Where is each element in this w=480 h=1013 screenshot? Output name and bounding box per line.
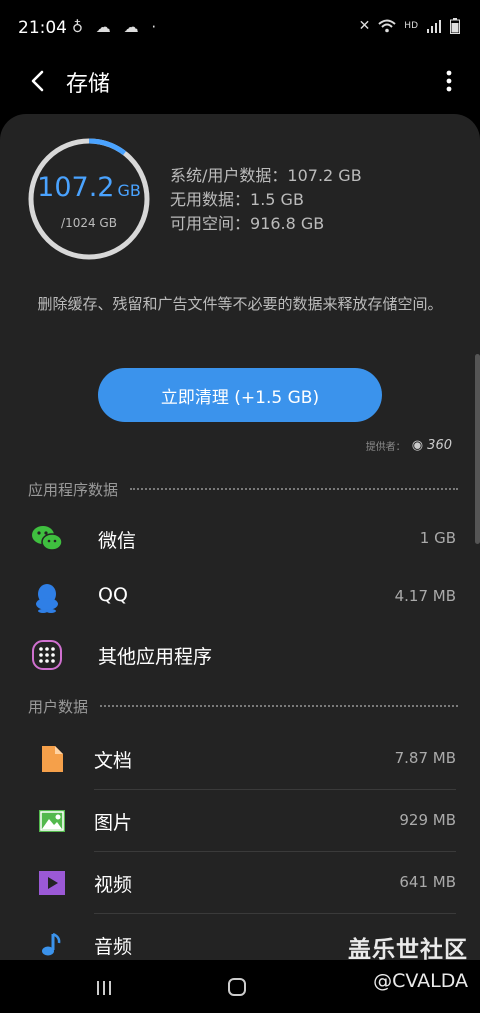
- signal-icon: [427, 20, 441, 33]
- category-name: 视频: [94, 874, 133, 896]
- document-icon: [42, 746, 63, 772]
- category-size: 641 MB: [399, 873, 456, 891]
- wifi-icon: [378, 19, 396, 33]
- stat-value: 916.8 GB: [250, 214, 325, 233]
- total-capacity: /1024 GB: [61, 216, 117, 230]
- app-row-other-apps[interactable]: 其他应用程序: [0, 626, 480, 684]
- provider-logo-text: 360: [427, 438, 452, 453]
- app-name: 微信: [98, 530, 137, 552]
- status-bar: 21:04 ♁ ☁ ☁ · ✕ HD: [0, 0, 480, 58]
- app-size: 4.17 MB: [394, 587, 456, 605]
- clean-now-button[interactable]: 立即清理 (+1.5 GB): [98, 368, 382, 422]
- clean-description: 删除缓存、残留和广告文件等不必要的数据来释放存储空间。: [37, 295, 443, 313]
- watermark-title: 盖乐世社区: [348, 937, 468, 963]
- home-icon[interactable]: [228, 978, 246, 996]
- used-value: 107.2: [37, 172, 115, 203]
- apps-grid-icon: [32, 640, 62, 670]
- used-unit: GB: [117, 181, 141, 200]
- storage-ring: 107.2 GB /1024 GB: [26, 136, 152, 262]
- system-icons: ✕ HD: [359, 18, 460, 34]
- stat-row: 系统/用户数据：107.2 GB: [170, 164, 362, 188]
- app-row-wechat[interactable]: 微信 1 GB: [0, 510, 480, 568]
- section-divider: [130, 488, 458, 490]
- stat-row: 可用空间：916.8 GB: [170, 212, 362, 236]
- page-title: 存储: [66, 72, 111, 97]
- storage-card: 107.2 GB /1024 GB 系统/用户数据：107.2 GB 无用数据：1…: [0, 114, 480, 960]
- stat-value: 107.2 GB: [287, 166, 362, 185]
- wechat-icon: ☁: [95, 18, 115, 36]
- app-size: 1 GB: [419, 529, 456, 547]
- qq-icon: [36, 584, 58, 613]
- category-size: 929 MB: [399, 811, 456, 829]
- scrollbar[interactable]: [475, 354, 480, 544]
- user-row-videos[interactable]: 视频 641 MB: [0, 852, 480, 914]
- used-amount: 107.2 GB: [26, 172, 152, 203]
- hd-icon: HD: [404, 21, 418, 31]
- user-row-documents[interactable]: 文档 7.87 MB: [0, 728, 480, 790]
- stat-value: 1.5 GB: [250, 190, 304, 209]
- app-name: QQ: [98, 584, 128, 606]
- wechat-icon: [32, 526, 63, 551]
- back-arrow-icon[interactable]: [26, 66, 50, 96]
- provider-credit: 提供者： ◉ 360: [366, 438, 452, 453]
- watermark-handle: @CVALDA: [373, 970, 468, 992]
- battery-icon: [450, 18, 460, 34]
- app-bar: 存储: [0, 58, 480, 108]
- section-title: 用户数据: [28, 697, 89, 716]
- dot-icon: ·: [151, 18, 161, 36]
- status-time: 21:04: [18, 18, 67, 38]
- more-options-icon[interactable]: [446, 70, 452, 92]
- watermark: 盖乐世社区 @CVALDA: [348, 930, 468, 992]
- notification-icon: ♁: [72, 18, 87, 36]
- notification-icons: ♁ ☁ ☁ ·: [72, 18, 160, 36]
- recent-apps-icon[interactable]: [95, 980, 113, 996]
- category-size: 7.87 MB: [394, 749, 456, 767]
- stat-label: 无用数据：: [170, 190, 251, 209]
- wechat-icon: ☁: [123, 18, 143, 36]
- stat-label: 可用空间：: [170, 214, 251, 233]
- mute-icon: ✕: [358, 18, 371, 34]
- category-name: 音频: [94, 936, 133, 958]
- user-data-section-header: 用户数据: [28, 695, 458, 717]
- stat-label: 系统/用户数据：: [170, 166, 288, 185]
- video-icon: [39, 871, 65, 895]
- app-data-section-header: 应用程序数据: [28, 478, 458, 500]
- audio-icon: [42, 932, 61, 956]
- app-row-qq[interactable]: QQ 4.17 MB: [0, 568, 480, 626]
- category-name: 文档: [94, 750, 133, 772]
- section-divider: [100, 705, 458, 707]
- section-title: 应用程序数据: [28, 480, 119, 499]
- user-row-images[interactable]: 图片 929 MB: [0, 790, 480, 852]
- app-name: 其他应用程序: [98, 646, 213, 668]
- provider-label: 提供者：: [365, 442, 406, 453]
- stat-row: 无用数据：1.5 GB: [170, 188, 362, 212]
- category-name: 图片: [94, 812, 133, 834]
- provider-logo: ◉ 360: [411, 438, 452, 453]
- image-icon: [39, 810, 65, 832]
- storage-stats: 系统/用户数据：107.2 GB 无用数据：1.5 GB 可用空间：916.8 …: [170, 164, 362, 236]
